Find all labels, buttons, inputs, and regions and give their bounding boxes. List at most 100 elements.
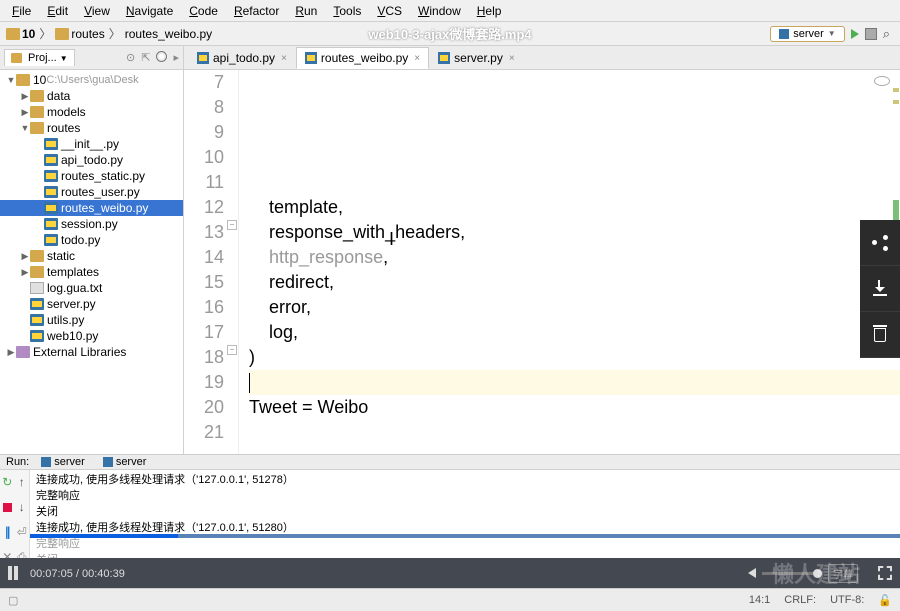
project-sidebar: Proj... ▼ ⊙ ⇱ ▸ ▼10 C:\Users\gua\Desk▶da… [0, 46, 184, 454]
run-button[interactable] [851, 29, 859, 39]
python-icon [41, 457, 51, 467]
share-button[interactable] [860, 220, 900, 266]
volume-slider[interactable] [762, 572, 822, 575]
tree-item[interactable]: routes_user.py [0, 184, 183, 200]
scroll-up-button[interactable]: ↑ [15, 470, 30, 495]
tree-item[interactable]: ▶templates [0, 264, 183, 280]
python-icon [197, 52, 209, 64]
breadcrumb-folder: routes [71, 27, 104, 41]
code-content[interactable]: I template, response_with_headers, http_… [239, 70, 900, 454]
run-tab-server-2[interactable]: server [97, 455, 153, 469]
download-button[interactable] [860, 266, 900, 312]
run-toolbar: ↻ ↑ ↓ ∥ ⏎ ✕ ⎙ [0, 470, 30, 570]
editor-tab[interactable]: api_todo.py× [188, 47, 296, 69]
subtitle-button[interactable]: 字幕 [828, 564, 858, 583]
file-tree[interactable]: ▼10 C:\Users\gua\Desk▶data▶models▼routes… [0, 70, 183, 454]
breadcrumb-sep: 〉 [39, 25, 51, 42]
python-icon [438, 52, 450, 64]
run-label: Run: [6, 456, 29, 468]
rerun-button[interactable]: ↻ [0, 470, 15, 495]
tree-item[interactable]: todo.py [0, 232, 183, 248]
chevron-down-icon: ▼ [828, 29, 836, 38]
soft-wrap-button[interactable]: ⏎ [15, 520, 30, 545]
tree-item[interactable]: session.py [0, 216, 183, 232]
hide-icon[interactable]: ▸ [173, 51, 179, 64]
menu-tools[interactable]: Tools [325, 2, 369, 20]
console-line: 完整响应 [36, 488, 894, 504]
eye-icon[interactable] [874, 76, 890, 86]
menu-code[interactable]: Code [181, 2, 226, 20]
console-output[interactable]: 连接成功, 使用多线程处理请求（'127.0.0.1', 51278）完整响应关… [30, 470, 900, 570]
lock-icon[interactable]: 🔓 [878, 594, 892, 607]
project-tab[interactable]: Proj... ▼ [4, 49, 75, 66]
video-title: web10-3-ajax微博套路.mp4 [368, 24, 531, 43]
menu-window[interactable]: Window [410, 2, 469, 20]
scroll-down-button[interactable]: ↓ [15, 495, 30, 520]
tree-item[interactable]: routes_weibo.py [0, 200, 183, 216]
tree-item[interactable]: ▶data [0, 88, 183, 104]
nav-bar: 10 〉 routes 〉 routes_weibo.py web10-3-aj… [0, 22, 900, 46]
play-pause-button[interactable] [8, 566, 18, 580]
tree-item[interactable]: ▼routes [0, 120, 183, 136]
close-icon[interactable]: × [281, 53, 287, 64]
text-cursor-icon: I [389, 227, 394, 252]
menu-bar: FileEditViewNavigateCodeRefactorRunTools… [0, 0, 900, 22]
menu-navigate[interactable]: Navigate [118, 2, 181, 20]
tree-item[interactable]: server.py [0, 296, 183, 312]
code-editor[interactable]: 789101112131415161718192021−− I template… [184, 70, 900, 454]
chevron-down-icon: ▼ [60, 54, 68, 63]
tree-item[interactable]: ▶External Libraries [0, 344, 183, 360]
python-icon [103, 457, 113, 467]
video-time: 00:07:05 / 00:40:39 [30, 567, 125, 580]
volume-icon[interactable] [748, 568, 756, 578]
locate-icon[interactable]: ⇱ [141, 51, 150, 64]
run-config-selector[interactable]: server ▼ [770, 26, 844, 42]
tree-item[interactable]: utils.py [0, 312, 183, 328]
menu-file[interactable]: File [4, 2, 39, 20]
console-line: 完整响应 [36, 536, 894, 552]
menu-refactor[interactable]: Refactor [226, 2, 287, 20]
menu-vcs[interactable]: VCS [369, 2, 410, 20]
editor-tabs: api_todo.py×routes_weibo.py×server.py× [184, 46, 900, 70]
tree-item[interactable]: ▼10 C:\Users\gua\Desk [0, 72, 183, 88]
search-icon[interactable]: ⌕ [883, 26, 890, 42]
gear-icon[interactable] [156, 51, 167, 62]
stop-button[interactable] [865, 28, 877, 40]
video-progress[interactable] [30, 534, 900, 538]
python-icon [779, 29, 789, 39]
menu-edit[interactable]: Edit [39, 2, 76, 20]
folder-icon [11, 53, 22, 63]
tree-item[interactable]: __init__.py [0, 136, 183, 152]
breadcrumb[interactable]: 10 〉 routes 〉 routes_weibo.py [6, 25, 212, 42]
fullscreen-button[interactable] [878, 566, 892, 580]
menu-view[interactable]: View [76, 2, 118, 20]
line-ending[interactable]: CRLF: [784, 594, 816, 607]
stop-button[interactable] [0, 495, 15, 520]
tree-item[interactable]: log.gua.txt [0, 280, 183, 296]
collapse-icon[interactable]: ⊙ [126, 51, 135, 64]
pause-button[interactable]: ∥ [0, 520, 15, 545]
close-icon[interactable]: × [414, 53, 420, 64]
console-line: 连接成功, 使用多线程处理请求（'127.0.0.1', 51278） [36, 472, 894, 488]
run-panel: Run: server server ↻ ↑ ↓ ∥ ⏎ ✕ ⎙ 连接成功, 使… [0, 454, 900, 558]
tree-item[interactable]: ▶models [0, 104, 183, 120]
tree-item[interactable]: routes_static.py [0, 168, 183, 184]
menu-run[interactable]: Run [287, 2, 325, 20]
editor-tab[interactable]: routes_weibo.py× [296, 47, 429, 69]
folder-icon [6, 28, 20, 40]
tree-item[interactable]: web10.py [0, 328, 183, 344]
encoding[interactable]: UTF-8: [830, 594, 864, 607]
video-side-actions [860, 220, 900, 358]
breadcrumb-sep: 〉 [109, 25, 121, 42]
close-icon[interactable]: × [509, 53, 515, 64]
todo-icon[interactable]: ▢ [8, 594, 18, 607]
folder-icon [55, 28, 69, 40]
status-bar: ▢ 14:1 CRLF: UTF-8: 🔓 [0, 588, 900, 611]
tree-item[interactable]: ▶static [0, 248, 183, 264]
breadcrumb-root: 10 [22, 27, 35, 41]
run-tab-server[interactable]: server [35, 455, 91, 469]
tree-item[interactable]: api_todo.py [0, 152, 183, 168]
editor-tab[interactable]: server.py× [429, 47, 524, 69]
delete-button[interactable] [860, 312, 900, 358]
menu-help[interactable]: Help [469, 2, 510, 20]
